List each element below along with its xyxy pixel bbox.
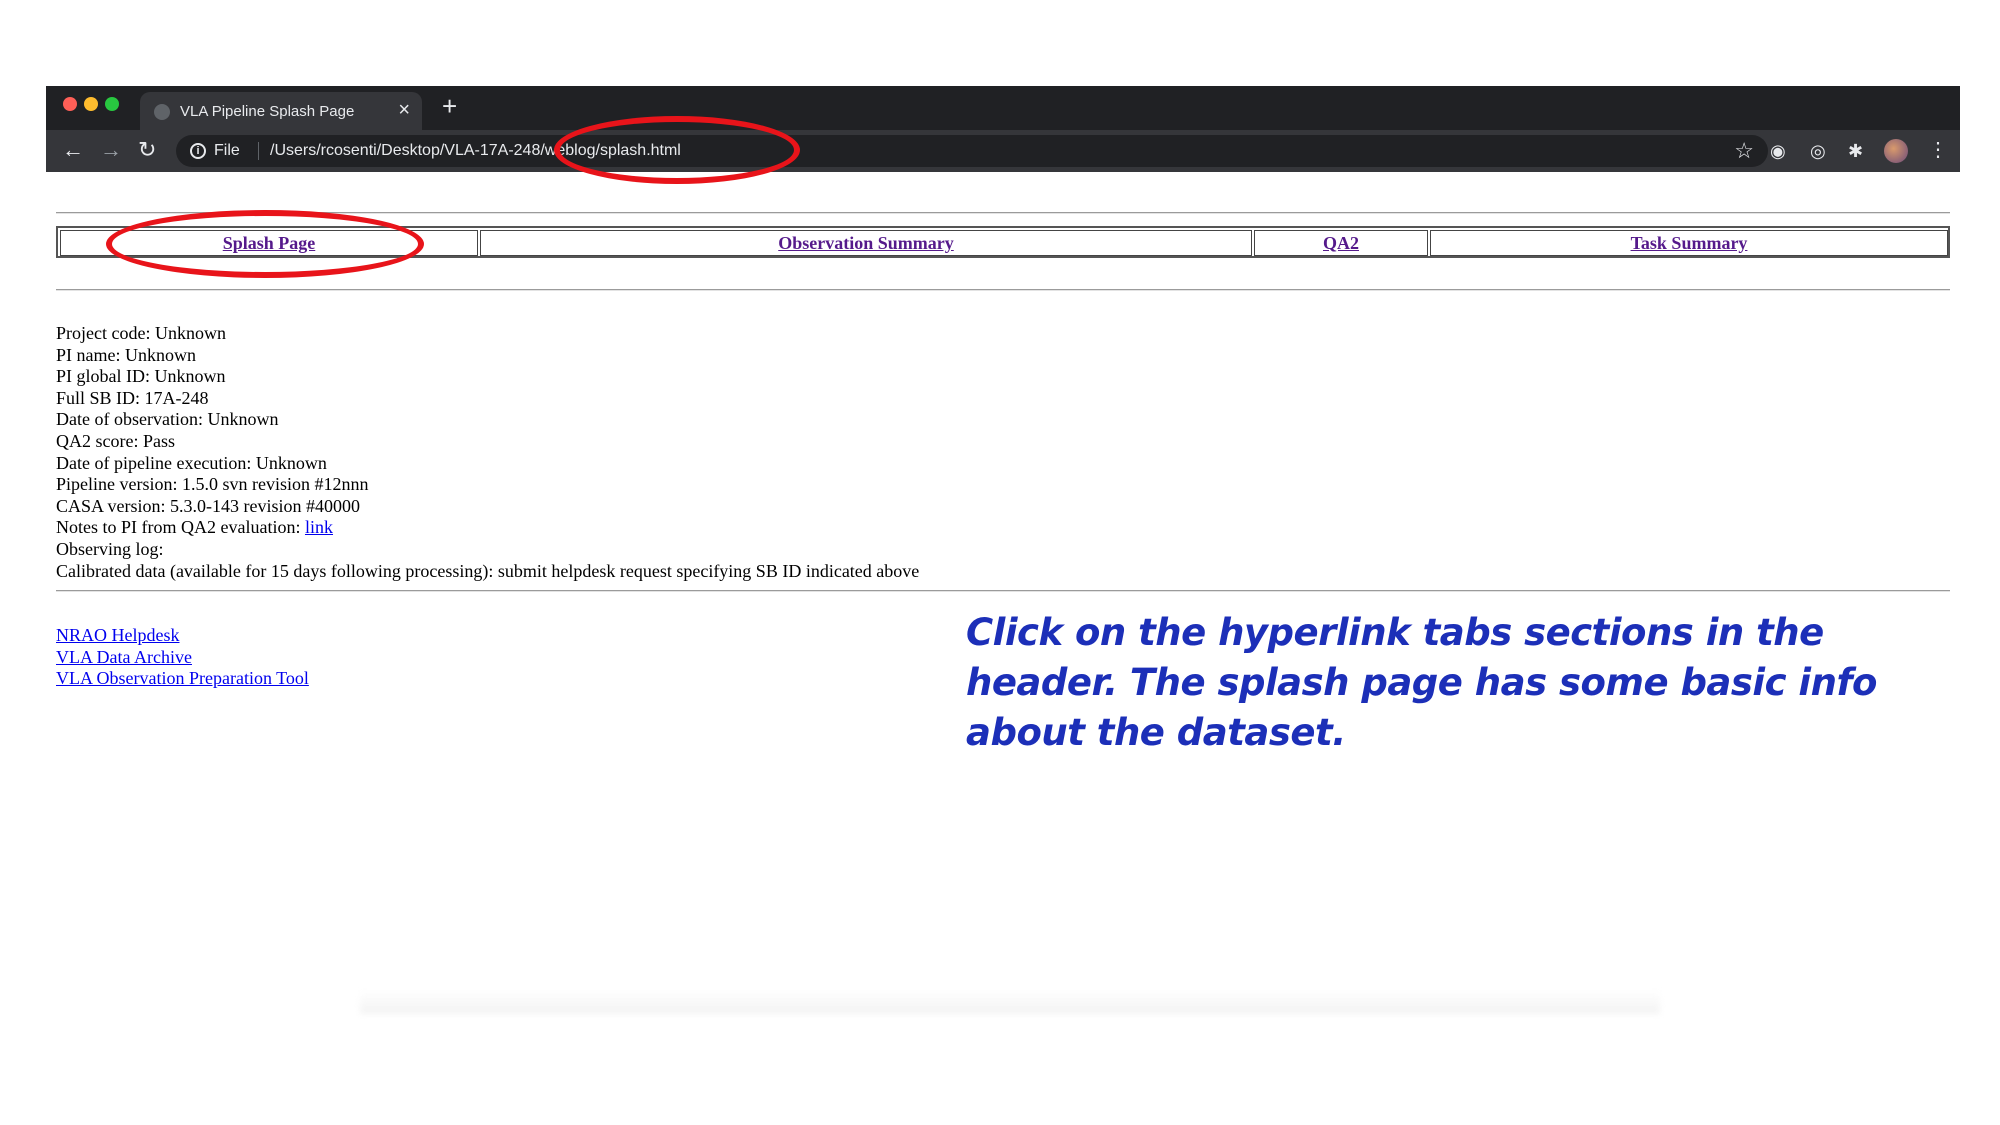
task-summary-link[interactable]: Task Summary <box>1631 233 1748 253</box>
url-highlight-ellipse <box>554 116 800 184</box>
back-arrow-icon[interactable]: ← <box>62 138 84 162</box>
date-of-observation: Date of observation: Unknown <box>56 409 279 430</box>
nrao-helpdesk-link[interactable]: NRAO Helpdesk <box>56 625 309 647</box>
browser-toolbar: ← → ↻ i File /Users/rcosenti/Desktop/VLA… <box>46 130 1960 172</box>
splash-tab-highlight-ellipse <box>106 210 424 278</box>
browser-window: VLA Pipeline Splash Page × + ← → ↻ i Fil… <box>46 86 1960 172</box>
bookmark-star-icon[interactable]: ☆ <box>1734 138 1754 164</box>
tab-qa2: QA2 <box>1254 230 1428 256</box>
observing-log: Observing log: <box>56 538 164 559</box>
pipeline-version: Pipeline version: 1.5.0 svn revision #12… <box>56 474 369 495</box>
tab-task-summary: Task Summary <box>1430 230 1948 256</box>
pi-name: PI name: Unknown <box>56 344 196 365</box>
forward-arrow-icon[interactable]: → <box>100 138 122 162</box>
new-tab-button[interactable]: + <box>442 93 457 119</box>
vla-observation-preparation-tool-link[interactable]: VLA Observation Preparation Tool <box>56 668 309 690</box>
vla-data-archive-link[interactable]: VLA Data Archive <box>56 647 309 669</box>
close-window-button[interactable] <box>63 97 77 111</box>
date-of-pipeline-execution: Date of pipeline execution: Unknown <box>56 452 327 473</box>
avatar[interactable] <box>1884 139 1908 163</box>
observation-summary-link[interactable]: Observation Summary <box>778 233 954 253</box>
divider <box>56 590 1950 592</box>
project-code: Project code: Unknown <box>56 323 226 343</box>
record-icon[interactable]: ◎ <box>1810 141 1826 161</box>
slide-shadow <box>360 990 1660 1014</box>
maximize-window-button[interactable] <box>105 97 119 111</box>
reload-icon[interactable]: ↻ <box>138 138 156 162</box>
notes-label: Notes to PI from QA2 evaluation: <box>56 517 305 538</box>
dataset-info: Project code: Unknown PI name: Unknown P… <box>56 323 919 582</box>
minimize-window-button[interactable] <box>84 97 98 111</box>
pi-global-id: PI global ID: Unknown <box>56 366 226 387</box>
annotation-text: Click on the hyperlink tabs sections in … <box>966 611 1877 754</box>
qa2-link[interactable]: QA2 <box>1323 233 1359 253</box>
calibrated-data: Calibrated data (available for 15 days f… <box>56 560 920 581</box>
notes-to-pi: Notes to PI from QA2 evaluation: link <box>56 517 919 539</box>
tab-observation-summary: Observation Summary <box>480 230 1252 256</box>
qa2-score: QA2 score: Pass <box>56 430 175 451</box>
casa-version: CASA version: 5.3.0-143 revision #40000 <box>56 495 360 516</box>
tab-title: VLA Pipeline Splash Page <box>180 103 355 120</box>
close-tab-icon[interactable]: × <box>398 99 410 122</box>
notes-link[interactable]: link <box>305 517 333 537</box>
puzzle-extensions-icon[interactable]: ✱ <box>1848 141 1863 161</box>
divider <box>56 289 1950 291</box>
scheme-label: File <box>214 142 240 159</box>
globe-icon <box>154 104 170 120</box>
full-sb-id: Full SB ID: 17A-248 <box>56 387 209 408</box>
kebab-menu-icon[interactable]: ⋮ <box>1928 139 1948 161</box>
extension-icon[interactable]: ◉ <box>1770 141 1786 161</box>
divider <box>258 142 259 160</box>
footer-links: NRAO Helpdesk VLA Data Archive VLA Obser… <box>56 625 309 690</box>
address-bar[interactable]: i File /Users/rcosenti/Desktop/VLA-17A-2… <box>176 135 1768 167</box>
browser-tab[interactable]: VLA Pipeline Splash Page × <box>140 92 422 130</box>
info-icon[interactable]: i <box>190 143 206 159</box>
